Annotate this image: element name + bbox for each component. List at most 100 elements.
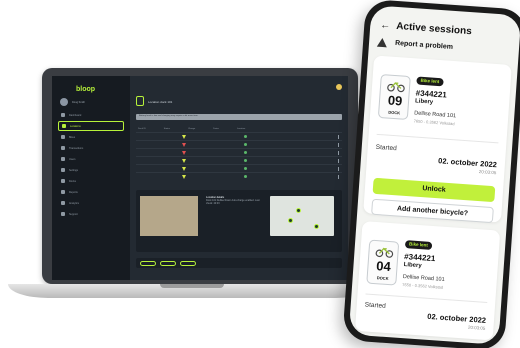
- bike-name: Libery: [403, 262, 422, 270]
- phone-screen: ← Active sessions Report a problem 09 DO…: [348, 5, 520, 345]
- start-date: 02. october 2022: [437, 156, 498, 170]
- column-header: Dock ID: [138, 128, 146, 130]
- sidebar-item-label: Settings: [69, 168, 79, 172]
- notification-icon[interactable]: [336, 84, 342, 90]
- report-problem-link[interactable]: Report a problem: [376, 37, 453, 52]
- promo-stage: bloop Doug Smith Dashboard Locations Bik…: [0, 0, 520, 348]
- phone-frame: ← Active sessions Report a problem 09 DO…: [342, 0, 520, 348]
- sidebar-item-settings[interactable]: Settings: [58, 165, 124, 175]
- row-menu-icon[interactable]: [338, 174, 339, 179]
- sidebar-item-bikes[interactable]: Bikes: [58, 132, 124, 142]
- back-arrow-icon[interactable]: ←: [380, 20, 391, 32]
- sidebar-item-locations[interactable]: Locations: [58, 121, 124, 131]
- row-menu-icon[interactable]: [338, 158, 339, 163]
- sidebar-item-docks[interactable]: Docks: [58, 176, 124, 186]
- help-icon: [61, 212, 65, 216]
- close-button[interactable]: [180, 260, 196, 266]
- status-dot: [244, 143, 247, 146]
- unlock-button[interactable]: Unlock: [372, 177, 496, 203]
- start-time: 20:03:05: [467, 324, 486, 331]
- charge-triangle-icon: [182, 150, 186, 155]
- panel-footer: [136, 258, 342, 268]
- column-header: Charge: [187, 128, 196, 130]
- sidebar-item-label: Support: [69, 212, 78, 216]
- dock-icon: [61, 179, 65, 183]
- charge-triangle-icon: [182, 158, 186, 163]
- bicycle-icon: [375, 247, 394, 258]
- table-row[interactable]: [136, 164, 342, 172]
- dock-box: 04 DOCK: [366, 239, 400, 286]
- divider: [376, 133, 499, 144]
- sidebar-item-label: Bikes: [69, 135, 76, 139]
- dashboard-icon: [61, 113, 65, 117]
- dock-tag-icon: [136, 96, 144, 106]
- bike-icon: [61, 135, 65, 139]
- charge-triangle-icon: [182, 166, 186, 171]
- status-dot: [244, 175, 247, 178]
- table-row[interactable]: [136, 148, 342, 156]
- transactions-icon: [61, 146, 65, 150]
- row-menu-icon[interactable]: [338, 166, 339, 171]
- dock-table: Dock ID Status Charge Dates Location: [136, 126, 342, 180]
- sidebar-item-label: Users: [69, 157, 76, 161]
- status-dot: [244, 151, 247, 154]
- sidebar-item-transactions[interactable]: Transactions: [58, 143, 124, 153]
- sidebar-item-label: Transactions: [69, 146, 84, 150]
- edit-button[interactable]: [140, 260, 156, 266]
- column-header: Status: [163, 128, 170, 130]
- panel-text: Dock 101 Dellise Road. Auto-charge enabl…: [206, 199, 260, 206]
- charge-triangle-icon: [182, 142, 186, 147]
- report-button[interactable]: [160, 260, 176, 266]
- map-pin-icon[interactable]: [314, 224, 319, 229]
- status-dot: [244, 135, 247, 138]
- brand-logo: bloop: [76, 86, 96, 93]
- location-details: Location details Dock 101 Dellise Road. …: [206, 196, 266, 206]
- sidebar-item-label: Reports: [69, 190, 78, 194]
- start-date: 02. october 2022: [427, 311, 487, 325]
- row-menu-icon[interactable]: [338, 142, 339, 147]
- row-menu-icon[interactable]: [338, 150, 339, 155]
- status-dot: [244, 159, 247, 162]
- sidebar-item-support[interactable]: Support: [58, 209, 124, 219]
- column-header: Location: [236, 128, 246, 130]
- users-icon: [61, 157, 65, 161]
- status-badge: Bike lent: [404, 240, 433, 250]
- add-bicycle-button[interactable]: Add another bicycle?: [371, 198, 494, 224]
- sidebar-item-label: Analytics: [69, 201, 80, 205]
- table-row[interactable]: [136, 140, 342, 148]
- laptop-screen: bloop Doug Smith Dashboard Locations Bik…: [52, 76, 348, 280]
- started-label: Started: [364, 301, 386, 310]
- divider: [365, 293, 488, 303]
- sidebar-item-label: Dashboard: [69, 113, 82, 117]
- location-icon: [62, 124, 66, 128]
- report-icon: [61, 190, 65, 194]
- session-card: 09 DOCK Bike lent #344221 Libery Dellise…: [363, 55, 512, 224]
- row-menu-icon[interactable]: [338, 134, 339, 139]
- warning-icon: [376, 37, 388, 48]
- location-panel: Location details Dock 101 Dellise Road. …: [136, 190, 342, 252]
- sidebar-nav: Dashboard Locations Bikes Transactions U…: [58, 110, 124, 220]
- dock-label: DOCK: [376, 275, 389, 282]
- page-title: Active sessions: [395, 20, 473, 38]
- dock-number: 04: [375, 258, 392, 275]
- bicycle-icon: [387, 82, 405, 93]
- map-pin-icon[interactable]: [296, 208, 301, 213]
- table-row[interactable]: [136, 132, 342, 140]
- sidebar-item-dashboard[interactable]: Dashboard: [58, 110, 124, 120]
- alert-text: Battery level is low and charging may re…: [139, 115, 199, 117]
- started-label: Started: [375, 143, 397, 153]
- session-card: 04 DOCK Bike lent #344221 Libery Dellise…: [354, 221, 501, 341]
- dock-number: 09: [387, 92, 403, 109]
- start-time: 20:03:05: [478, 169, 497, 176]
- table-row[interactable]: [136, 156, 342, 164]
- map-pin-icon[interactable]: [288, 218, 293, 223]
- sidebar-user[interactable]: Doug Smith: [60, 98, 85, 106]
- alert-banner: Battery level is low and charging may re…: [136, 114, 342, 120]
- sidebar-item-analytics[interactable]: Analytics: [58, 198, 124, 208]
- admin-sidebar: bloop Doug Smith Dashboard Locations Bik…: [52, 76, 130, 280]
- map-view[interactable]: [270, 196, 334, 236]
- phone-header: ← Active sessions: [380, 20, 472, 37]
- sidebar-item-reports[interactable]: Reports: [58, 187, 124, 197]
- table-row[interactable]: [136, 172, 342, 180]
- sidebar-item-users[interactable]: Users: [58, 154, 124, 164]
